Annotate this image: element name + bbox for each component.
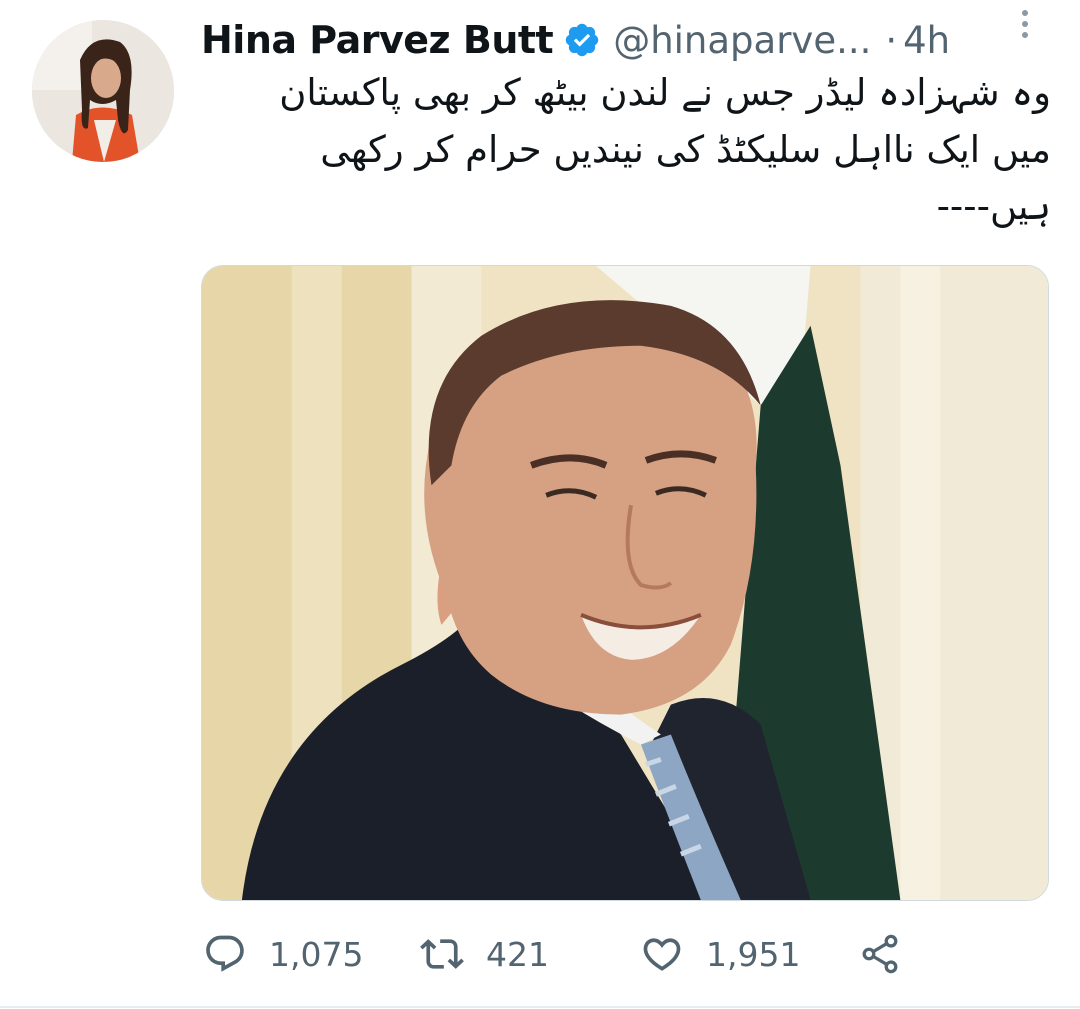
author-name[interactable]: Hina Parvez Butt: [201, 18, 554, 62]
tweet-text: وہ شہزادہ لیڈر جس نے لندن بیٹھ کر بھی پا…: [201, 64, 1051, 235]
avatar-photo: [32, 20, 174, 162]
header-separator: ·: [885, 18, 898, 62]
reply-icon: [206, 935, 244, 972]
tweet-timestamp[interactable]: 4h: [903, 19, 950, 62]
tweet-header: Hina Parvez Butt @hinaparve... · 4h: [201, 14, 1080, 66]
tweet-media-photo[interactable]: [201, 265, 1049, 901]
like-button[interactable]: 1,951: [640, 926, 800, 982]
reply-button[interactable]: 1,075: [203, 926, 363, 982]
verified-badge-icon: [563, 21, 601, 59]
share-icon: [862, 934, 898, 974]
tweet-actions: 1,075 421 1,951: [0, 926, 1080, 982]
tweet-text-line: وہ شہزادہ لیڈر جس نے لندن بیٹھ کر بھی پا…: [279, 71, 1051, 114]
author-handle[interactable]: @hinaparve...: [613, 19, 871, 62]
retweet-button[interactable]: 421: [420, 926, 549, 982]
reply-count: 1,075: [269, 934, 364, 974]
tweet-divider: [0, 1006, 1080, 1008]
tweet-text-line: ہیں----: [936, 185, 1051, 228]
author-avatar[interactable]: [32, 20, 174, 162]
retweet-count: 421: [486, 934, 549, 974]
more-options-icon[interactable]: [1014, 10, 1036, 44]
media-image: [202, 266, 1048, 900]
share-button[interactable]: [858, 926, 902, 982]
tweet-text-line: میں ایک نااہل سلیکٹڈ کی نیندیں حرام کر ر…: [320, 128, 1051, 171]
retweet-icon: [420, 939, 464, 969]
like-count: 1,951: [706, 934, 801, 974]
like-icon: [643, 938, 681, 971]
